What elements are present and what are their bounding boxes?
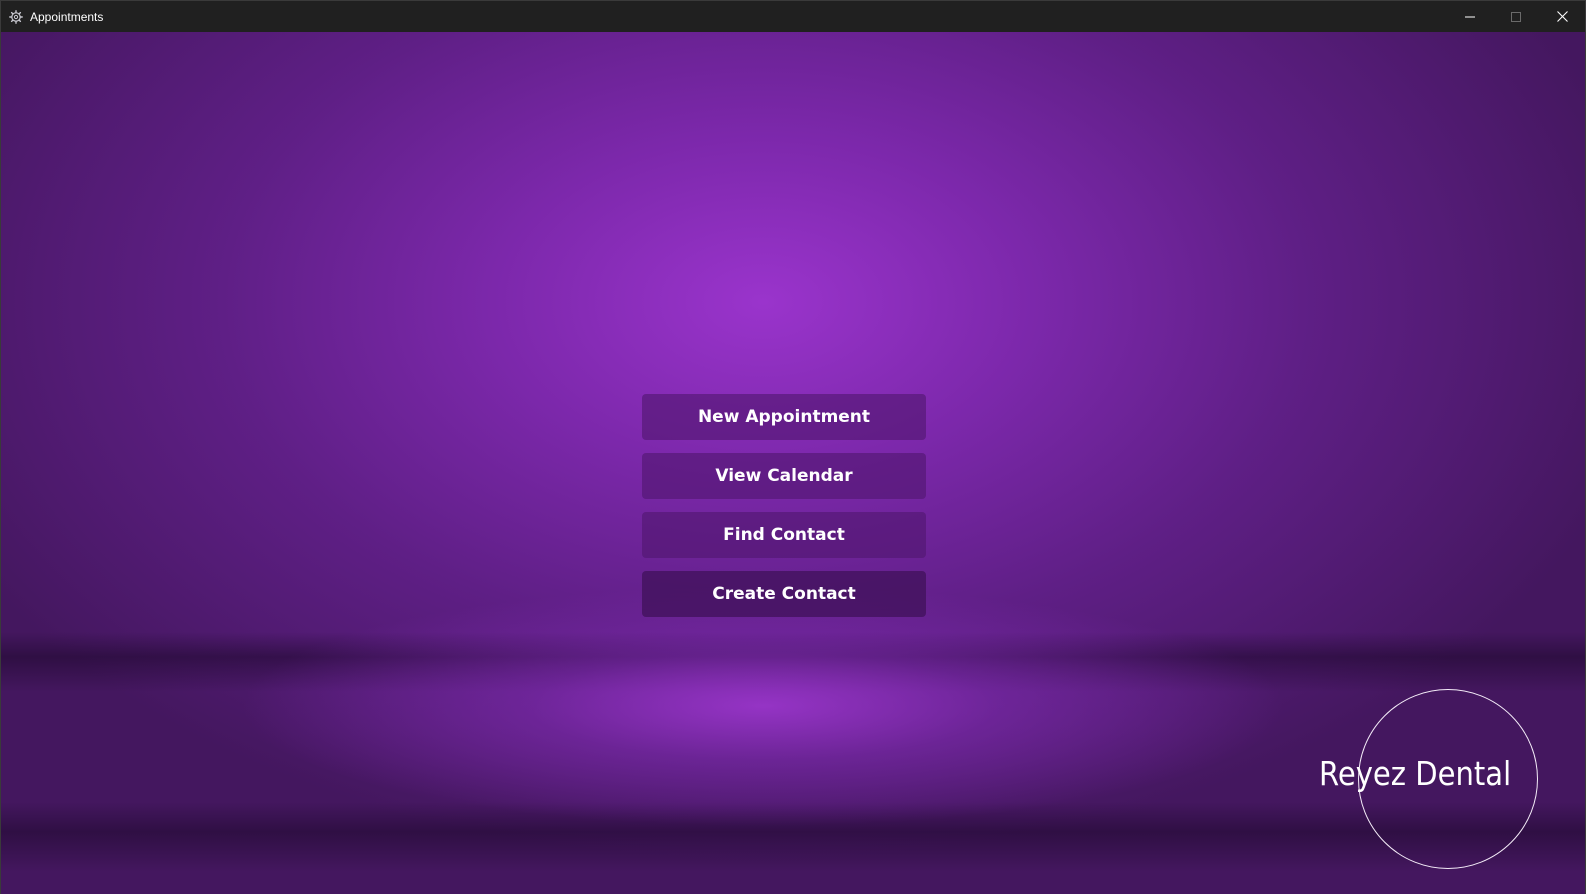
main-content: New Appointment View Calendar Find Conta…: [1, 32, 1585, 894]
window-title: Appointments: [30, 10, 104, 24]
close-icon: [1556, 7, 1568, 26]
title-bar[interactable]: Appointments: [1, 1, 1585, 32]
main-menu: New Appointment View Calendar Find Conta…: [642, 394, 926, 630]
create-contact-button[interactable]: Create Contact: [642, 571, 926, 617]
minimize-button[interactable]: [1447, 1, 1493, 32]
close-button[interactable]: [1539, 1, 1585, 32]
new-appointment-button[interactable]: New Appointment: [642, 394, 926, 440]
maximize-icon: [1511, 7, 1521, 26]
view-calendar-button[interactable]: View Calendar: [642, 453, 926, 499]
app-window: Appointments New Appointment View Calend…: [0, 0, 1586, 894]
gear-icon: [9, 9, 23, 24]
minimize-icon: [1465, 7, 1475, 26]
logo: Reyez Dental: [1319, 754, 1512, 793]
find-contact-button[interactable]: Find Contact: [642, 512, 926, 558]
maximize-button[interactable]: [1493, 1, 1539, 32]
